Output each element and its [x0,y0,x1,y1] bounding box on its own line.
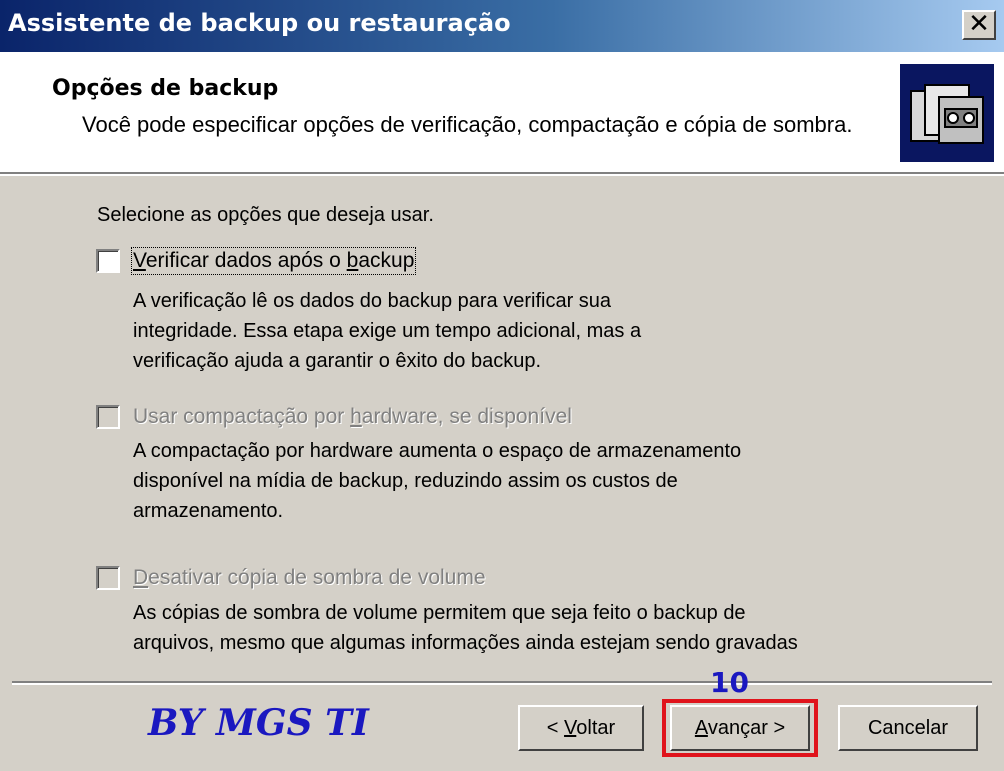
cancel-button-label: Cancelar [867,717,949,739]
page-title: Opções de backup [52,76,279,101]
cancel-button[interactable]: Cancelar [838,705,978,751]
back-button-mnemonic: V [564,717,577,739]
hardware-compression-label[interactable]: Usar compactação por hardware, se dispon… [133,405,572,429]
disable-shadow-copy-label-text: esativar cópia de sombra de volume [148,566,486,589]
description-line: verificação ajuda a garantir o êxito do … [133,350,542,372]
description-line: disponível na mídia de backup, reduzindo… [133,470,678,492]
hardware-compression-checkbox[interactable] [96,405,120,429]
disable-shadow-copy-label-mnemonic: D [133,566,149,589]
title-bar[interactable]: Assistente de backup ou restauração ✕ [0,0,1004,52]
verify-data-label[interactable]: Verificar dados após o backup [130,247,417,275]
watermark-text: BY MGS TI [148,702,369,744]
window-title: Assistente de backup ou restauração [8,9,511,37]
back-button-text: oltar [576,717,616,739]
disable-shadow-copy-label[interactable]: Desativar cópia de sombra de volume [133,566,486,590]
backup-wizard-window: Assistente de backup ou restauração ✕ Op… [0,0,1004,771]
close-icon: ✕ [968,9,990,39]
page-subtitle: Você pode especificar opções de verifica… [82,112,853,137]
back-button[interactable]: < Voltar [518,705,644,751]
close-button[interactable]: ✕ [962,10,996,40]
hardware-compression-label-mnemonic: h [350,405,362,428]
hardware-compression-label-tail: ardware, se disponível [361,405,572,428]
backup-tape-icon [900,64,994,162]
description-line: A compactação por hardware aumenta o esp… [133,440,742,462]
description-line: integridade. Essa etapa exige um tempo a… [133,320,642,342]
instruction-text: Selecione as opções que deseja usar. [97,204,434,226]
hardware-compression-description: A compactação por hardware aumenta o esp… [133,436,893,526]
description-line: armazenamento. [133,500,284,522]
footer-divider-highlight [12,683,992,685]
description-line: A verificação lê os dados do backup para… [133,290,612,312]
step-annotation: 10 [710,666,749,699]
description-line: arquivos, mesmo que algumas informações … [133,632,798,654]
header-divider [0,174,1004,176]
back-button-prefix: < [546,717,565,739]
verify-data-label-text: erificar dados após o [145,249,347,272]
verify-data-checkbox[interactable] [96,249,120,273]
next-button-highlight [662,699,818,757]
verify-data-label-tail: ackup [358,249,415,272]
disable-shadow-copy-checkbox[interactable] [96,566,120,590]
disable-shadow-copy-description: As cópias de sombra de volume permitem q… [133,598,893,658]
description-line: As cópias de sombra de volume permitem q… [133,602,746,624]
verify-data-label-mnemonic: V [133,249,146,272]
verify-data-description: A verificação lê os dados do backup para… [133,286,893,376]
verify-data-label-mnemonic-b: b [346,249,359,272]
hardware-compression-label-text: Usar compactação por [133,405,351,428]
